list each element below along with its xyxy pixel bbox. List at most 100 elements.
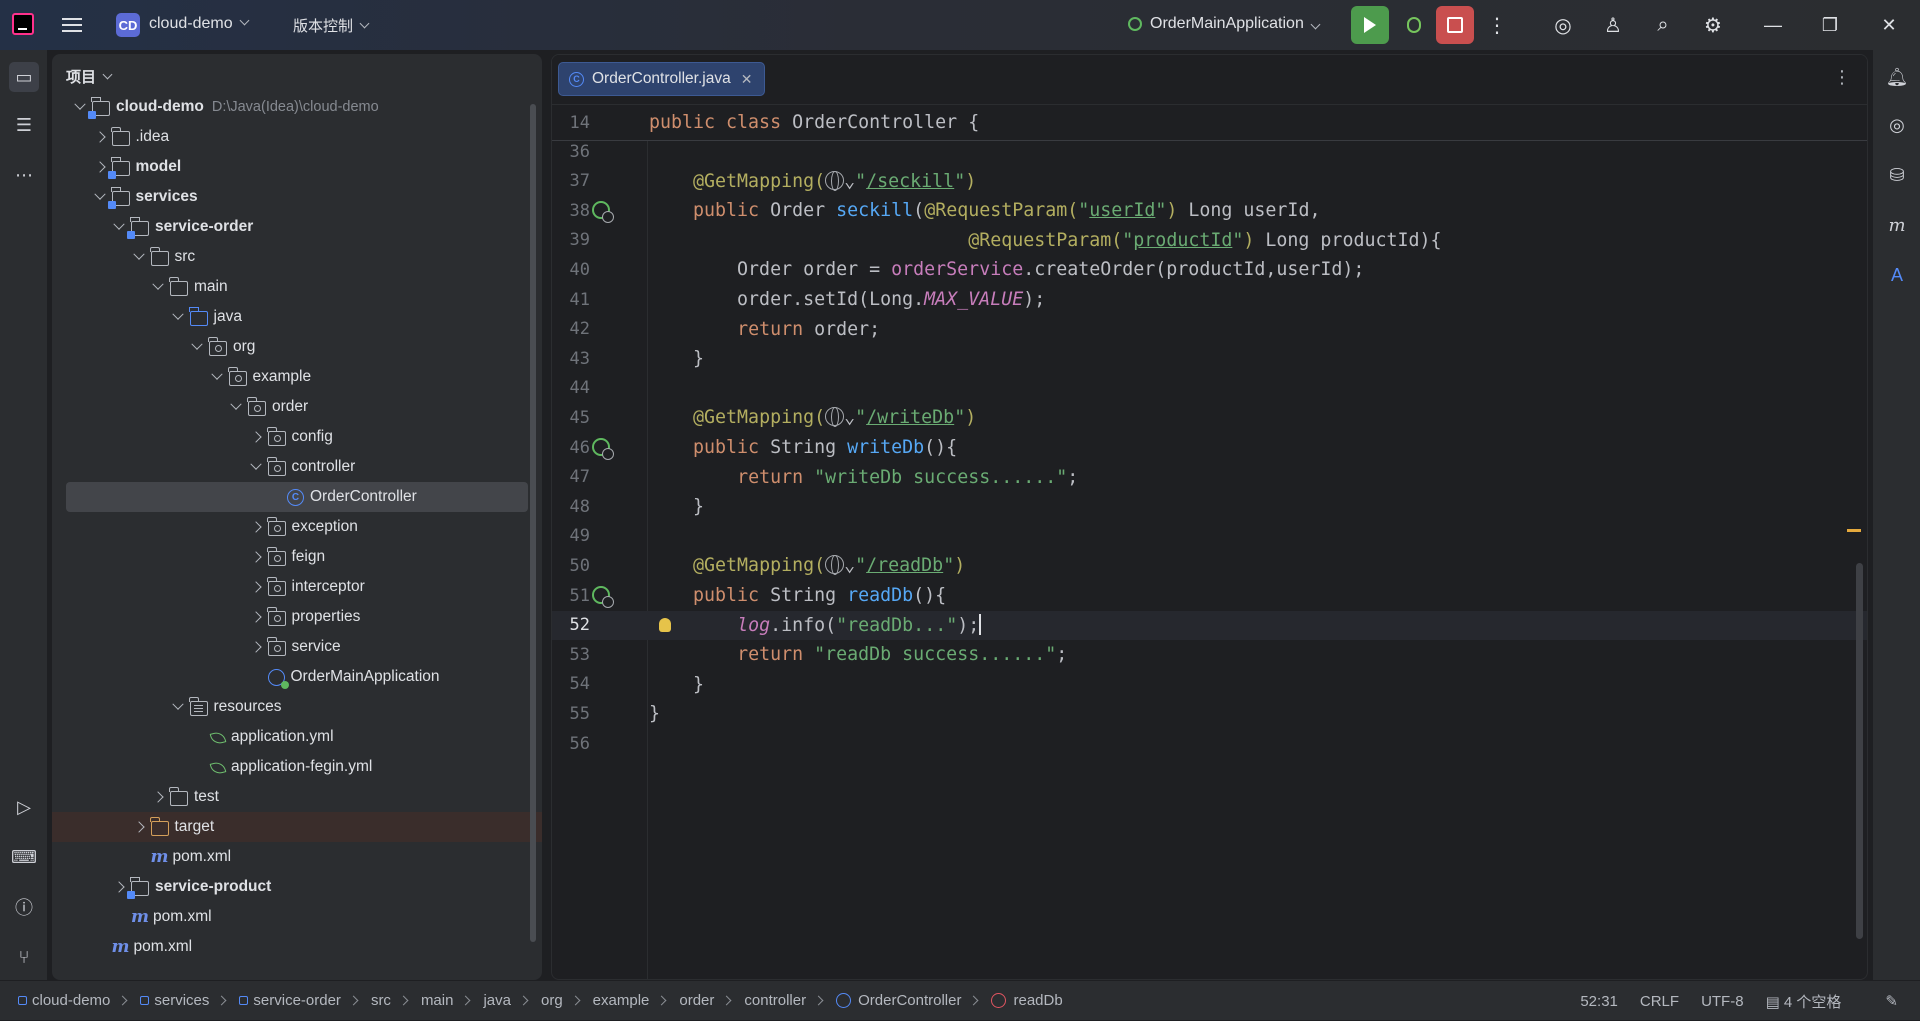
close-tab-icon[interactable]: ✕ [741, 71, 753, 88]
breadcrumb-item[interactable]: controller [744, 992, 806, 1009]
breadcrumb-item[interactable]: example [593, 992, 650, 1009]
breadcrumb-item[interactable]: src [371, 992, 391, 1009]
request-mapping-gutter-icon[interactable] [592, 438, 614, 460]
vcs-menu[interactable]: 版本控制 [293, 15, 370, 36]
tree-item--idea[interactable]: .idea [52, 122, 542, 152]
code-line[interactable]: 50 @GetMapping(⌄"/readDb") [552, 551, 1867, 580]
tree-item-service-product[interactable]: service-product [52, 872, 542, 902]
chevron-down-icon[interactable] [170, 309, 186, 325]
code-line[interactable]: 52 log.info("readDb..."); [552, 610, 1867, 640]
breadcrumb-item[interactable]: service-order [239, 992, 341, 1009]
tree-item-pom-xml[interactable]: m pom.xml [52, 902, 542, 932]
code-line[interactable]: 37 @GetMapping(⌄"/seckill") [552, 167, 1867, 196]
chevron-down-icon[interactable] [189, 339, 205, 355]
tree-item-ordermainapplication[interactable]: OrderMainApplication [52, 662, 542, 692]
code-line[interactable]: 38 public Order seckill(@RequestParam("u… [552, 196, 1867, 225]
endpoint-globe-icon[interactable] [825, 170, 845, 191]
rerun-button[interactable] [1351, 6, 1389, 44]
tree-item-src[interactable]: src [52, 242, 542, 272]
editor-scrollbar[interactable] [1856, 563, 1863, 939]
services-tool-icon[interactable]: ▷ [9, 792, 39, 822]
chevron-right-icon[interactable] [248, 519, 264, 535]
breadcrumb-item[interactable]: readDb [991, 992, 1063, 1009]
breadcrumb-item[interactable]: org [541, 992, 563, 1009]
tree-item-controller[interactable]: controller [52, 452, 542, 482]
sticky-line[interactable]: 14 public class OrderController { [552, 105, 1867, 141]
chevron-right-icon[interactable] [248, 639, 264, 655]
tree-item-service[interactable]: service [52, 632, 542, 662]
chevron-right-icon[interactable] [248, 549, 264, 565]
tree-item-cloud-demo[interactable]: cloud-demo D:\Java(Idea)\cloud-demo [52, 92, 542, 122]
indent-setting[interactable]: ▤ 4 个空格 [1766, 991, 1864, 1012]
breadcrumb-item[interactable]: OrderController [836, 992, 961, 1009]
code-line[interactable]: 36 [552, 137, 1867, 166]
chevron-right-icon[interactable] [150, 789, 166, 805]
run-config-selector[interactable]: OrderMainApplication [1128, 15, 1321, 33]
tree-item-order[interactable]: order [52, 392, 542, 422]
git-tool-icon[interactable]: ⑂ [9, 942, 39, 972]
add-user-icon[interactable]: ♙ [1600, 12, 1626, 38]
tree-item-example[interactable]: example [52, 362, 542, 392]
code-line[interactable]: 51 public String readDb(){ [552, 581, 1867, 610]
caret-position[interactable]: 52:31 [1580, 993, 1618, 1010]
tree-item-application-yml[interactable]: application.yml [52, 722, 542, 752]
ai-assistant-icon[interactable]: ◎ [1550, 12, 1576, 38]
code-line[interactable]: 44 [552, 374, 1867, 403]
minimize-button[interactable]: — [1758, 10, 1788, 40]
more-actions-icon[interactable]: ⋮ [1484, 12, 1510, 38]
chevron-down-icon[interactable] [248, 459, 264, 475]
tree-item-ordercontroller[interactable]: C OrderController [66, 482, 528, 512]
request-mapping-gutter-icon[interactable] [592, 201, 614, 224]
tree-item-service-order[interactable]: service-order [52, 212, 542, 242]
search-icon[interactable]: ⌕ [1650, 12, 1676, 38]
restore-button[interactable]: ❐ [1815, 10, 1845, 40]
tab-options-icon[interactable]: ⋮ [1833, 67, 1851, 88]
tree-item-services[interactable]: services [52, 182, 542, 212]
code-line[interactable]: 42 return order; [552, 315, 1867, 344]
line-separator[interactable]: CRLF [1640, 993, 1679, 1010]
tree-item-config[interactable]: config [52, 422, 542, 452]
chevron-down-icon[interactable] [150, 279, 166, 295]
tree-item-main[interactable]: main [52, 272, 542, 302]
translate-icon[interactable]: A [1882, 260, 1912, 290]
chevron-down-icon[interactable] [92, 189, 108, 205]
main-menu-icon[interactable] [62, 14, 82, 36]
chevron-right-icon[interactable] [248, 609, 264, 625]
code-line[interactable]: 40 Order order = orderService.createOrde… [552, 255, 1867, 284]
breadcrumb-item[interactable]: services [140, 992, 209, 1009]
chevron-right-icon[interactable] [248, 429, 264, 445]
chevron-right-icon[interactable] [111, 879, 127, 895]
chevron-down-icon[interactable] [209, 369, 225, 385]
breadcrumb-item[interactable]: java [483, 992, 511, 1009]
chevron-down-icon[interactable] [170, 699, 186, 715]
tree-item-application-fegin-yml[interactable]: application-fegin.yml [52, 752, 542, 782]
code-line[interactable]: 46 public String writeDb(){ [552, 433, 1867, 462]
chevron-right-icon[interactable] [131, 819, 147, 835]
code-area[interactable]: 1 2 ⌃ ⌄ 14public class OrderController {… [552, 105, 1867, 979]
code-line[interactable]: 53 return "readDb success......"; [552, 640, 1867, 669]
project-scrollbar[interactable] [530, 104, 536, 942]
chevron-right-icon[interactable] [92, 129, 108, 145]
ai-chat-icon[interactable]: ◎ [1882, 110, 1912, 140]
breadcrumb-item[interactable]: main [421, 992, 454, 1009]
code-line[interactable]: 47 return "writeDb success......"; [552, 463, 1867, 492]
more-tools-icon[interactable]: ⋯ [9, 160, 39, 190]
code-line[interactable]: 43 } [552, 344, 1867, 373]
chevron-right-icon[interactable] [248, 579, 264, 595]
tree-item-exception[interactable]: exception [52, 512, 542, 542]
stop-button[interactable] [1436, 6, 1474, 44]
tree-item-pom-xml[interactable]: m pom.xml [52, 932, 542, 962]
app-logo-icon[interactable] [12, 13, 34, 35]
project-switcher[interactable]: cloud-demo [149, 15, 250, 33]
tree-item-java[interactable]: java [52, 302, 542, 332]
tree-item-pom-xml[interactable]: m pom.xml [52, 842, 542, 872]
close-window-button[interactable]: ✕ [1874, 10, 1904, 40]
problems-tool-icon[interactable]: ⓘ [9, 892, 39, 922]
tree-item-model[interactable]: model [52, 152, 542, 182]
request-mapping-gutter-icon[interactable] [592, 586, 614, 608]
terminal-tool-icon[interactable]: ⌨ [9, 842, 39, 872]
readonly-toggle-icon[interactable]: ✎ [1885, 992, 1898, 1010]
project-badge[interactable]: CD [116, 13, 140, 37]
code-line[interactable]: 39 @RequestParam("productId") Long produ… [552, 226, 1867, 255]
project-panel-header[interactable]: 项目 [66, 66, 113, 87]
